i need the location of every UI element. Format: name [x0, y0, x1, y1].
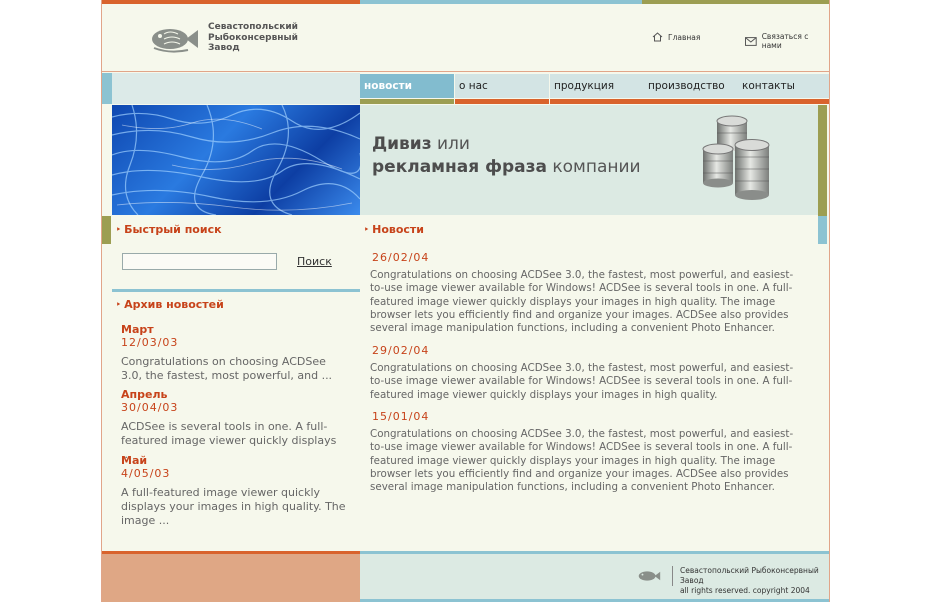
banner-slogan: Дивиз или рекламная фраза компании: [372, 133, 641, 179]
banner-line1-rest: или: [431, 134, 470, 154]
archive-month: Май: [121, 454, 148, 467]
archive-item[interactable]: Март 12/03/03 Congratulations on choosin…: [121, 323, 346, 383]
news-item: 29/02/04 Congratulations on choosing ACD…: [370, 344, 805, 402]
home-link[interactable]: Главная: [652, 32, 700, 42]
news-text: Congratulations on choosing ACDSee 3.0, …: [370, 428, 794, 494]
archive-date[interactable]: 30/04/03: [121, 401, 346, 414]
left-accent-olive: [102, 216, 111, 244]
archive-month: Март: [121, 323, 154, 336]
footer-right: Севастопольский Рыбоконсервный Завод all…: [360, 551, 829, 602]
news-title-label: Новости: [372, 223, 425, 236]
contact-link-label: Связаться с нами: [761, 32, 809, 50]
company-name: Севастопольский Рыбоконсервный Завод: [208, 22, 298, 54]
fish-logo-icon: [152, 29, 198, 53]
news-text: Congratulations on choosing ACDSee 3.0, …: [370, 362, 794, 401]
search-button[interactable]: Поиск: [297, 255, 332, 268]
banner-line1-bold: Дивиз: [372, 134, 432, 154]
company-name-line-3: Завод: [208, 43, 240, 53]
nav-item-production-label: производство: [648, 80, 725, 92]
archive-date[interactable]: 4/05/03: [121, 467, 346, 480]
promo-banner: Дивиз или рекламная фраза компании: [360, 105, 818, 215]
nav-left-panel: [102, 73, 360, 104]
search-separator: [112, 289, 360, 292]
news-date[interactable]: 15/01/04: [372, 410, 805, 423]
right-accent-blue: [818, 216, 827, 244]
nav-item-products-label: продукция: [554, 80, 615, 92]
contact-link[interactable]: Связаться с нами: [745, 32, 829, 50]
section-bullet-icon: ‣: [364, 225, 370, 234]
news-date[interactable]: 29/02/04: [372, 344, 805, 357]
footer-left: [102, 551, 360, 602]
nav-item-products[interactable]: продукция: [550, 73, 644, 104]
archive-date[interactable]: 12/03/03: [121, 336, 346, 349]
page: Севастопольский Рыбоконсервный Завод Гла…: [101, 0, 830, 602]
section-bullet-icon: ‣: [116, 300, 122, 309]
quick-search-title: ‣ Быстрый поиск: [116, 223, 222, 236]
archive-month: Апрель: [121, 388, 168, 401]
top-strip-orange: [102, 0, 360, 4]
news-item: 26/02/04 Congratulations on choosing ACD…: [370, 251, 805, 335]
archive-excerpt: A full-featured image viewer quickly dis…: [121, 486, 346, 527]
top-strip-olive: [642, 0, 829, 4]
news-text: Congratulations on choosing ACDSee 3.0, …: [370, 269, 794, 335]
nav-item-contacts[interactable]: контакты: [738, 73, 829, 104]
news-date[interactable]: 26/02/04: [372, 251, 805, 264]
news-item: 15/01/04 Congratulations on choosing ACD…: [370, 410, 805, 494]
archive-excerpt: Congratulations on choosing ACDSee 3.0, …: [121, 355, 333, 382]
company-name-line-1: Севастопольский: [208, 22, 298, 32]
header-divider: [102, 71, 829, 72]
nav-item-news[interactable]: новости: [360, 73, 454, 104]
archive-title: ‣ Архив новостей: [116, 298, 224, 311]
nav-item-about[interactable]: о нас: [455, 73, 549, 104]
footer-rights: all rights reserved. copyright 2004: [680, 586, 810, 595]
envelope-icon: [745, 36, 757, 46]
archive-item[interactable]: Май 4/05/03 A full-featured image viewer…: [121, 454, 346, 528]
right-accent-olive: [818, 105, 827, 216]
quick-search-title-label: Быстрый поиск: [124, 223, 222, 236]
banner-line2-rest: компании: [546, 157, 641, 177]
archive-item[interactable]: Апрель 30/04/03 ACDSee is several tools …: [121, 388, 346, 462]
logo[interactable]: Севастопольский Рыбоконсервный Завод: [148, 20, 298, 56]
archive-title-label: Архив новостей: [124, 298, 224, 311]
news-title: ‣ Новости: [364, 223, 424, 236]
nav-item-production[interactable]: производство: [644, 73, 738, 104]
nav-left-accent: [102, 73, 112, 104]
main-nav: новости о нас продукция производство кон…: [102, 73, 829, 104]
section-bullet-icon: ‣: [116, 225, 122, 234]
footer-company: Севастопольский Рыбоконсервный Завод: [680, 566, 819, 585]
home-link-label: Главная: [668, 32, 701, 42]
nav-item-about-label: о нас: [459, 80, 488, 92]
nav-item-contacts-label: контакты: [742, 80, 795, 92]
footer-divider: [672, 566, 673, 586]
company-name-line-2: Рыбоконсервный: [208, 32, 298, 43]
search-input[interactable]: [122, 253, 277, 270]
nav-item-news-label: новости: [364, 80, 412, 92]
banner-line2-bold: рекламная фраза: [372, 157, 547, 177]
tin-cans-image: [702, 115, 770, 200]
footer-copyright: Севастопольский Рыбоконсервный Завод all…: [680, 566, 829, 596]
footer-fish-icon: [638, 571, 661, 581]
top-strip-blue: [360, 0, 642, 4]
home-icon: [652, 32, 663, 42]
water-image: [112, 105, 360, 215]
